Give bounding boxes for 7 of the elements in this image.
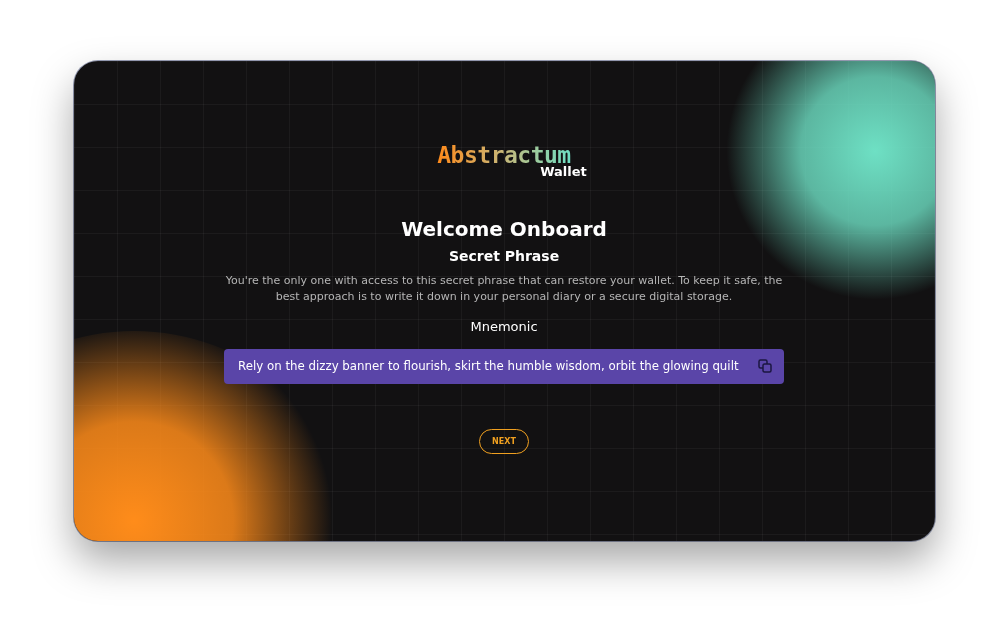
page-title: Welcome Onboard <box>401 216 607 241</box>
copy-icon[interactable] <box>758 359 772 373</box>
mnemonic-label: Mnemonic <box>470 318 538 335</box>
mnemonic-phrase: Rely on the dizzy banner to flourish, skirt the humble wisdom, orbit the glowing quilt <box>238 359 739 373</box>
description-text: You're the only one with access to this secret phrase that can restore your wallet. To keep it safe, the best approach is to write it down in your personal diary or a secure digital storage. <box>224 272 784 305</box>
page-subtitle: Secret Phrase <box>448 246 560 265</box>
logo-subtitle: Wallet <box>540 164 587 179</box>
